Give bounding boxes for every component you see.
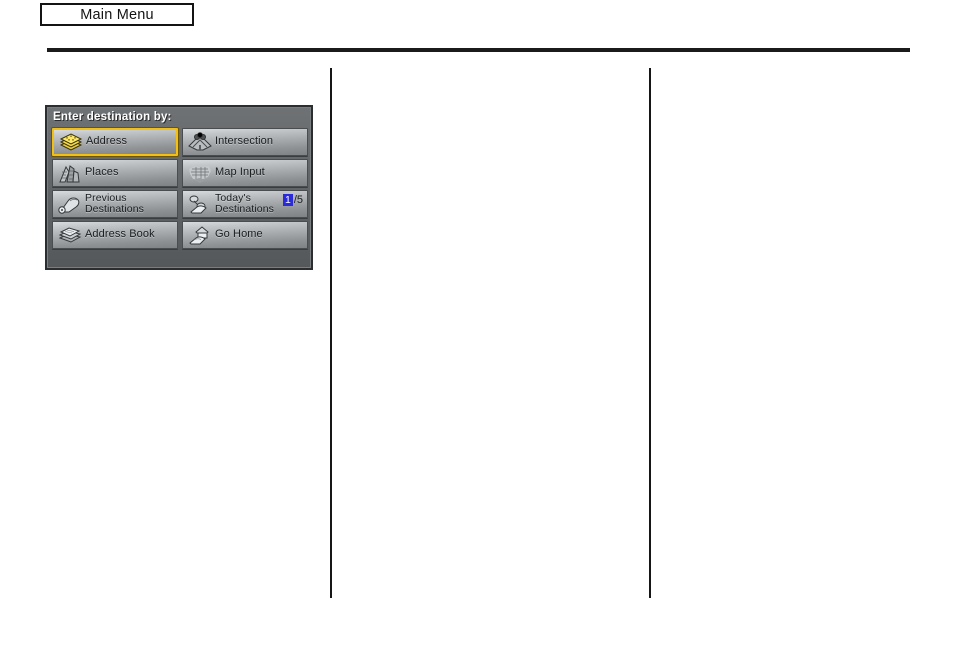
hand-list-icon — [185, 192, 215, 216]
button-row: Previous Destinations Today's Destinatio… — [52, 190, 308, 218]
column-divider-left — [330, 68, 332, 598]
destination-button-map-input[interactable]: Map Input — [182, 159, 308, 187]
destination-button-previous-destinations[interactable]: Previous Destinations — [52, 190, 178, 218]
header-divider-rule — [47, 48, 910, 52]
destination-button-todays-destinations[interactable]: Today's Destinations 1 / 5 — [182, 190, 308, 218]
destination-button-label: Map Input — [215, 166, 265, 179]
destination-button-label: Previous Destinations — [85, 191, 144, 215]
destination-button-intersection[interactable]: Intersection — [182, 128, 308, 156]
navigation-screen-title: Enter destination by: — [53, 111, 172, 123]
todays-destinations-counter: 1 / 5 — [282, 194, 303, 206]
column-divider-right — [649, 68, 651, 598]
hand-pointer-icon — [55, 192, 85, 216]
stacked-maps-icon — [56, 130, 86, 154]
counter-current: 1 — [282, 194, 293, 206]
destination-button-label: Address — [86, 135, 128, 148]
main-menu-label: Main Menu — [80, 6, 154, 23]
destination-button-label: Address Book — [85, 228, 155, 241]
counter-total: 5 — [296, 194, 303, 206]
destination-button-grid: Address Intersection Places Map Input Pr… — [52, 128, 308, 252]
destination-button-places[interactable]: Places — [52, 159, 178, 187]
destination-button-label: Places — [85, 166, 119, 179]
destination-button-label: Go Home — [215, 228, 263, 241]
destination-button-label: Intersection — [215, 135, 274, 148]
button-row: Places Map Input — [52, 159, 308, 187]
destination-button-go-home[interactable]: Go Home — [182, 221, 308, 249]
main-menu-button[interactable]: Main Menu — [40, 3, 194, 26]
destination-button-address[interactable]: Address — [52, 128, 179, 156]
us-map-icon — [185, 161, 215, 185]
destination-button-address-book[interactable]: Address Book — [52, 221, 178, 249]
button-row: Address Book Go Home — [52, 221, 308, 249]
crossroads-icon — [185, 130, 215, 154]
house-hand-icon — [185, 223, 215, 247]
navigation-screen-panel: Enter destination by: Address Intersecti… — [45, 105, 313, 270]
city-buildings-icon — [55, 161, 85, 185]
address-book-icon — [55, 223, 85, 247]
button-row: Address Intersection — [52, 128, 308, 156]
destination-button-label: Today's Destinations — [215, 191, 274, 215]
